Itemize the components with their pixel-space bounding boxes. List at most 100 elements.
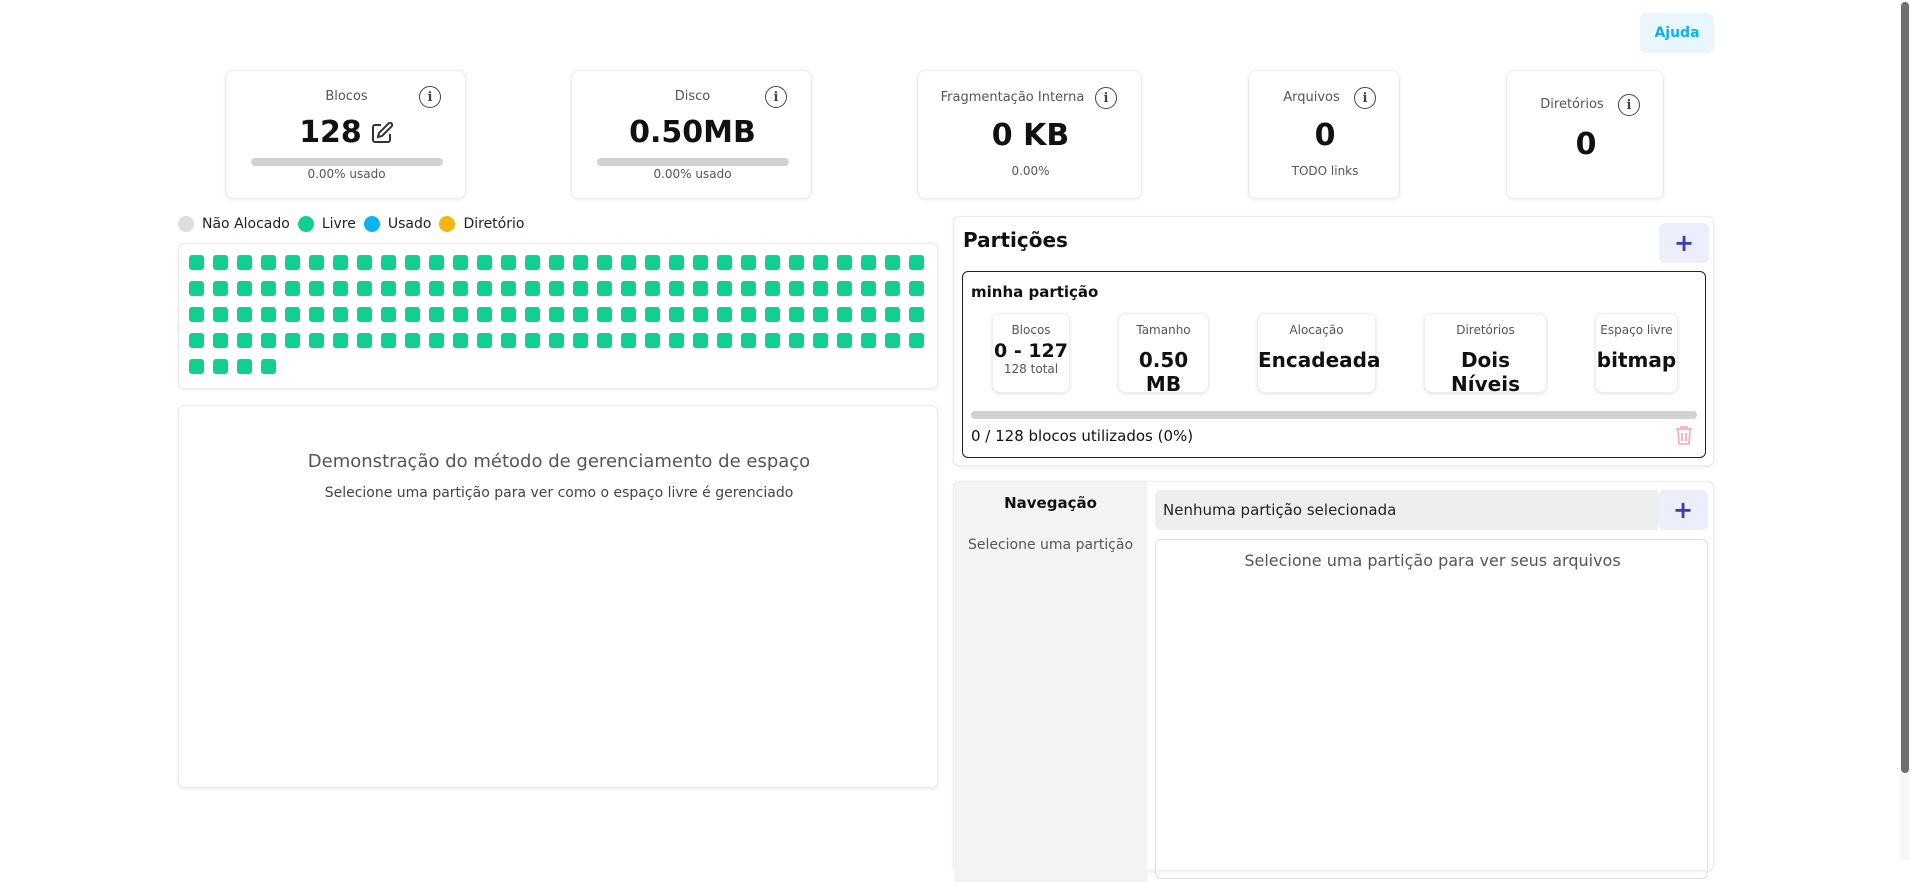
block-cell[interactable] xyxy=(525,333,540,348)
edit-icon[interactable] xyxy=(370,121,394,145)
block-cell[interactable] xyxy=(405,333,420,348)
block-cell[interactable] xyxy=(717,281,732,296)
block-cell[interactable] xyxy=(549,307,564,322)
block-cell[interactable] xyxy=(621,255,636,270)
block-cell[interactable] xyxy=(309,307,324,322)
block-cell[interactable] xyxy=(309,333,324,348)
block-cell[interactable] xyxy=(357,281,372,296)
block-cell[interactable] xyxy=(861,281,876,296)
block-cell[interactable] xyxy=(525,281,540,296)
block-cell[interactable] xyxy=(597,307,612,322)
block-cell[interactable] xyxy=(669,255,684,270)
block-cell[interactable] xyxy=(333,255,348,270)
block-cell[interactable] xyxy=(429,281,444,296)
scrollbar-thumb[interactable] xyxy=(1901,2,1909,773)
block-cell[interactable] xyxy=(237,359,252,374)
block-cell[interactable] xyxy=(357,333,372,348)
block-cell[interactable] xyxy=(237,333,252,348)
block-cell[interactable] xyxy=(285,307,300,322)
block-cell[interactable] xyxy=(429,333,444,348)
block-cell[interactable] xyxy=(885,307,900,322)
block-cell[interactable] xyxy=(717,255,732,270)
block-cell[interactable] xyxy=(285,255,300,270)
trash-icon[interactable] xyxy=(1674,424,1694,450)
block-cell[interactable] xyxy=(309,255,324,270)
block-cell[interactable] xyxy=(909,307,924,322)
block-cell[interactable] xyxy=(501,281,516,296)
block-cell[interactable] xyxy=(597,333,612,348)
block-cell[interactable] xyxy=(213,333,228,348)
block-cell[interactable] xyxy=(909,333,924,348)
block-cell[interactable] xyxy=(549,281,564,296)
block-cell[interactable] xyxy=(189,359,204,374)
block-cell[interactable] xyxy=(813,333,828,348)
block-cell[interactable] xyxy=(669,333,684,348)
block-cell[interactable] xyxy=(237,281,252,296)
block-cell[interactable] xyxy=(525,255,540,270)
block-cell[interactable] xyxy=(741,281,756,296)
block-cell[interactable] xyxy=(909,281,924,296)
block-cell[interactable] xyxy=(597,281,612,296)
block-cell[interactable] xyxy=(429,307,444,322)
block-cell[interactable] xyxy=(549,255,564,270)
block-cell[interactable] xyxy=(693,281,708,296)
block-cell[interactable] xyxy=(477,307,492,322)
block-cell[interactable] xyxy=(789,281,804,296)
block-cell[interactable] xyxy=(669,307,684,322)
block-cell[interactable] xyxy=(573,255,588,270)
block-cell[interactable] xyxy=(285,333,300,348)
block-cell[interactable] xyxy=(357,255,372,270)
block-cell[interactable] xyxy=(405,307,420,322)
block-cell[interactable] xyxy=(429,255,444,270)
block-cell[interactable] xyxy=(213,255,228,270)
block-cell[interactable] xyxy=(837,333,852,348)
block-cell[interactable] xyxy=(693,307,708,322)
block-cell[interactable] xyxy=(477,333,492,348)
block-cell[interactable] xyxy=(381,333,396,348)
block-cell[interactable] xyxy=(189,255,204,270)
block-cell[interactable] xyxy=(909,255,924,270)
block-cell[interactable] xyxy=(453,255,468,270)
block-cell[interactable] xyxy=(765,255,780,270)
block-cell[interactable] xyxy=(717,333,732,348)
block-cell[interactable] xyxy=(645,333,660,348)
block-cell[interactable] xyxy=(549,333,564,348)
block-cell[interactable] xyxy=(645,281,660,296)
block-cell[interactable] xyxy=(501,255,516,270)
block-cell[interactable] xyxy=(597,255,612,270)
block-cell[interactable] xyxy=(261,281,276,296)
block-cell[interactable] xyxy=(477,281,492,296)
block-cell[interactable] xyxy=(669,281,684,296)
add-partition-button[interactable]: + xyxy=(1659,223,1709,263)
help-button[interactable]: Ajuda xyxy=(1640,13,1714,53)
block-cell[interactable] xyxy=(501,333,516,348)
block-cell[interactable] xyxy=(789,255,804,270)
block-cell[interactable] xyxy=(765,333,780,348)
block-cell[interactable] xyxy=(789,333,804,348)
block-cell[interactable] xyxy=(237,255,252,270)
block-cell[interactable] xyxy=(861,307,876,322)
block-cell[interactable] xyxy=(741,307,756,322)
block-cell[interactable] xyxy=(837,281,852,296)
block-cell[interactable] xyxy=(261,333,276,348)
block-cell[interactable] xyxy=(837,307,852,322)
block-cell[interactable] xyxy=(741,255,756,270)
block-cell[interactable] xyxy=(189,307,204,322)
add-file-button[interactable]: + xyxy=(1658,490,1708,530)
block-cell[interactable] xyxy=(885,255,900,270)
info-icon[interactable]: i xyxy=(1354,87,1376,109)
block-cell[interactable] xyxy=(405,281,420,296)
block-cell[interactable] xyxy=(621,281,636,296)
info-icon[interactable]: i xyxy=(1618,94,1640,116)
block-cell[interactable] xyxy=(693,333,708,348)
block-cell[interactable] xyxy=(381,307,396,322)
block-cell[interactable] xyxy=(405,255,420,270)
block-cell[interactable] xyxy=(645,307,660,322)
block-cell[interactable] xyxy=(765,307,780,322)
block-cell[interactable] xyxy=(261,307,276,322)
block-cell[interactable] xyxy=(285,281,300,296)
block-cell[interactable] xyxy=(717,307,732,322)
block-cell[interactable] xyxy=(525,307,540,322)
block-cell[interactable] xyxy=(309,281,324,296)
block-cell[interactable] xyxy=(357,307,372,322)
